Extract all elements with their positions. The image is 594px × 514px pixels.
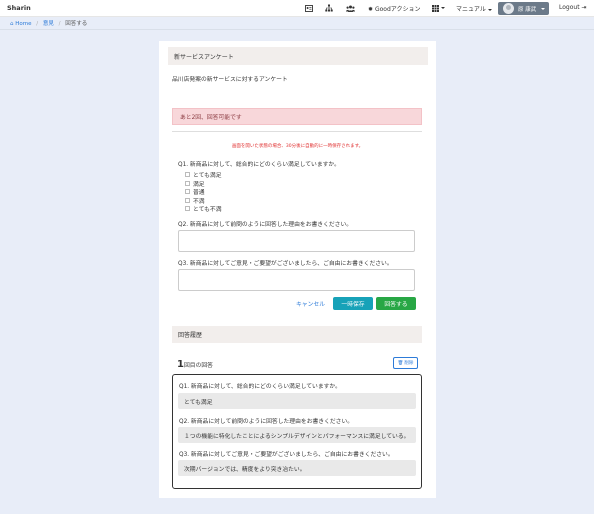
user-menu-button[interactable]: 原 康武 (498, 2, 549, 15)
q3-answer-textarea[interactable] (178, 269, 415, 291)
apps-menu[interactable] (431, 3, 445, 13)
history-answer-1: とても満足 (178, 393, 416, 409)
top-navbar: Sharin ✹ Goodアクション マニュアル 原 康武 Logout ⇥ (0, 0, 594, 17)
survey-description: 品川店発案の新サービスに対するアンケート (172, 77, 288, 83)
brand-logo[interactable]: Sharin (7, 4, 31, 12)
answer-number: 1 (177, 359, 184, 370)
gear-icon: ✹ (368, 6, 374, 13)
q1-option-very-dissatisfied[interactable]: とても不満 (185, 204, 222, 213)
autosave-warning: 画面を開いた状態の場合、30分後に自動的に一時保存されます。 (231, 144, 364, 149)
checkbox[interactable] (185, 189, 190, 194)
remaining-answers-alert: あと2回、回答可能です (172, 108, 422, 125)
answer-record: Q1. 新商品に対して、総合的にどのくらい満足していますか。 とても満足 Q2.… (172, 374, 422, 489)
breadcrumb-home[interactable]: Home (15, 21, 31, 27)
logout-icon: ⇥ (581, 4, 587, 11)
history-answer-3: 次期バージョンでは、精度をより突き冶たい。 (178, 460, 416, 476)
chevron-down-icon (541, 7, 546, 10)
logout-link[interactable]: Logout ⇥ (559, 4, 587, 11)
q2-answer-textarea[interactable] (178, 230, 415, 252)
avatar (503, 3, 514, 14)
sitemap-icon[interactable] (324, 3, 334, 13)
survey-card: 新サービスアンケート 品川店発案の新サービスに対するアンケート あと2回、回答可… (159, 41, 436, 498)
q1-option-neutral[interactable]: 普通 (185, 187, 205, 196)
answer-label: 回目の回答 (183, 363, 213, 369)
divider (172, 131, 422, 132)
breadcrumb-current: 回答する (65, 21, 88, 27)
delete-answer-button[interactable]: 🗑 削除 (393, 357, 418, 369)
user-name: 原 康武 (518, 6, 537, 13)
history-question-2: Q2. 新商品に対して前問のように回答した理由をお書きください。 (179, 419, 354, 425)
checkbox[interactable] (185, 198, 190, 203)
chevron-down-icon (440, 7, 445, 9)
submit-button[interactable]: 回答する (376, 297, 416, 310)
q1-option-very-satisfied[interactable]: とても満足 (185, 170, 222, 179)
manual-menu[interactable]: マニュアル (456, 4, 492, 13)
checkbox[interactable] (185, 181, 190, 186)
good-action-menu[interactable]: ✹ Goodアクション (368, 4, 420, 13)
history-answer-2: １つの機能に特化したことによるシンプルデザインとパフォーマンスに満足している。 (178, 427, 416, 443)
question-3: Q3. 新商品に対してご意見・ご要望がございましたら、ご自由にお書きください。 (178, 261, 393, 267)
breadcrumb: ⌂ Home / 意見 / 回答する (10, 19, 87, 27)
users-icon[interactable] (345, 3, 355, 13)
history-question-1: Q1. 新商品に対して、総合的にどのくらい満足していますか。 (179, 384, 341, 390)
checkbox[interactable] (185, 206, 190, 211)
breadcrumb-separator: / (58, 21, 61, 27)
save-draft-button[interactable]: 一時保存 (333, 297, 373, 310)
breadcrumb-separator: / (36, 21, 39, 27)
checkbox[interactable] (185, 172, 190, 177)
question-1: Q1. 新商品に対して、総合的にどのくらい満足していますか。 (178, 162, 340, 168)
answer-history-title: 回答履歴 (172, 326, 422, 343)
header-divider (0, 29, 594, 30)
chevron-down-icon (487, 8, 492, 11)
cancel-button[interactable]: キャンセル (296, 299, 325, 308)
survey-title: 新サービスアンケート (168, 47, 428, 65)
answer-heading: 1回目の回答 (177, 359, 213, 370)
grid-icon (431, 4, 439, 12)
trash-icon: 🗑 (397, 360, 404, 366)
breadcrumb-opinion[interactable]: 意見 (43, 21, 54, 27)
home-icon[interactable]: ⌂ (10, 21, 14, 27)
question-2: Q2. 新商品に対して前問のように回答した理由をお書きください。 (178, 222, 353, 228)
history-question-3: Q3. 新商品に対してご意見・ご要望がございましたら、ご自由にお書きください。 (179, 452, 394, 458)
id-card-icon[interactable] (304, 3, 314, 13)
